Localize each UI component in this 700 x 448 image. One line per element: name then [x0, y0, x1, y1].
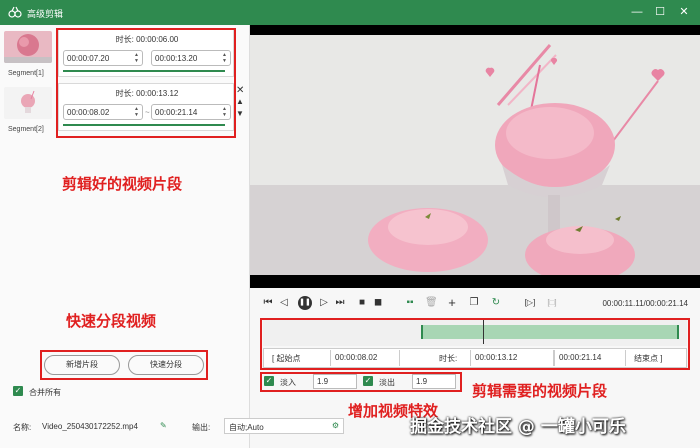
title-bar: 高级剪辑 — ☐ ✕	[0, 0, 700, 25]
annotation-quick-split: 快速分段视频	[66, 312, 157, 330]
output-label: 输出:	[192, 423, 211, 432]
copy-icon[interactable]: ❐	[468, 297, 480, 309]
merge-all-label: 合并所有	[29, 388, 61, 397]
minimize-button[interactable]: —	[629, 4, 645, 20]
segment-1-label: Segment[1]	[8, 70, 44, 77]
settings-gear-icon[interactable]: ⚙	[332, 421, 339, 430]
record-icon[interactable]: ◼	[372, 297, 384, 309]
file-name: Video_250430172252.mp4	[42, 422, 138, 431]
video-preview[interactable]	[250, 25, 700, 288]
video-frame	[250, 35, 700, 275]
annotation-box-effects	[260, 372, 462, 392]
app-logo-icon	[8, 6, 22, 18]
move-down-icon[interactable]: ▼	[236, 109, 244, 118]
merge-all-checkbox[interactable]: ✓	[13, 386, 23, 396]
annotation-box-segments	[56, 28, 236, 138]
mark-range-icon[interactable]: [▷]	[524, 297, 536, 309]
pause-icon[interactable]: ❚❚	[298, 296, 312, 310]
split-icon[interactable]: ▪▪	[404, 297, 416, 309]
segment-2-label: Segment[2]	[8, 126, 44, 133]
step-forward-icon[interactable]: ▷	[318, 297, 330, 309]
segment-panel: Segment[1] Segment[2] 时长: 00:00:06.00 00…	[0, 25, 250, 448]
segment-1-thumbnail[interactable]	[4, 31, 52, 63]
output-select[interactable]: 自动;Auto ⚙	[224, 418, 344, 434]
delete-segment-icon[interactable]: ✕	[236, 85, 244, 96]
name-label: 名称:	[13, 423, 32, 432]
add-icon[interactable]: +	[446, 296, 458, 309]
stop-icon[interactable]: ■	[356, 297, 368, 309]
edit-name-icon[interactable]: ✎	[160, 421, 167, 430]
skip-start-icon[interactable]: ⏮	[262, 297, 274, 309]
playback-controls: ⏮ ◁ ❚❚ ▷ ⏭ ■ ◼ ▪▪ 🗑 + ❐ ↻ [▷] [□] 00:00:…	[250, 292, 700, 316]
delete-icon[interactable]: 🗑	[425, 297, 438, 309]
quick-split-button[interactable]: 快速分段	[128, 355, 204, 375]
segment-2-thumbnail[interactable]	[4, 87, 52, 119]
reset-icon[interactable]: ↻	[490, 297, 502, 309]
step-back-icon[interactable]: ◁	[278, 297, 290, 309]
add-segment-button[interactable]: 新增片段	[44, 355, 120, 375]
annotation-box-timeline	[260, 318, 690, 370]
close-button[interactable]: ✕	[676, 4, 692, 20]
playback-time: 00:00:11.11/00:00:21.14	[602, 299, 688, 308]
output-value: 自动;Auto	[229, 423, 264, 432]
skip-end-icon[interactable]: ⏭	[334, 297, 346, 309]
mark-out-icon[interactable]: [□]	[546, 297, 558, 309]
maximize-button[interactable]: ☐	[652, 4, 668, 20]
move-up-icon[interactable]: ▲	[236, 97, 244, 106]
annotation-need-segment: 剪辑需要的视频片段	[472, 382, 608, 400]
annotation-clipped-segments: 剪辑好的视频片段	[62, 175, 183, 193]
watermark: 掘金技术社区 @ 一罐小可乐	[410, 417, 626, 437]
window-title: 高级剪辑	[27, 9, 64, 19]
